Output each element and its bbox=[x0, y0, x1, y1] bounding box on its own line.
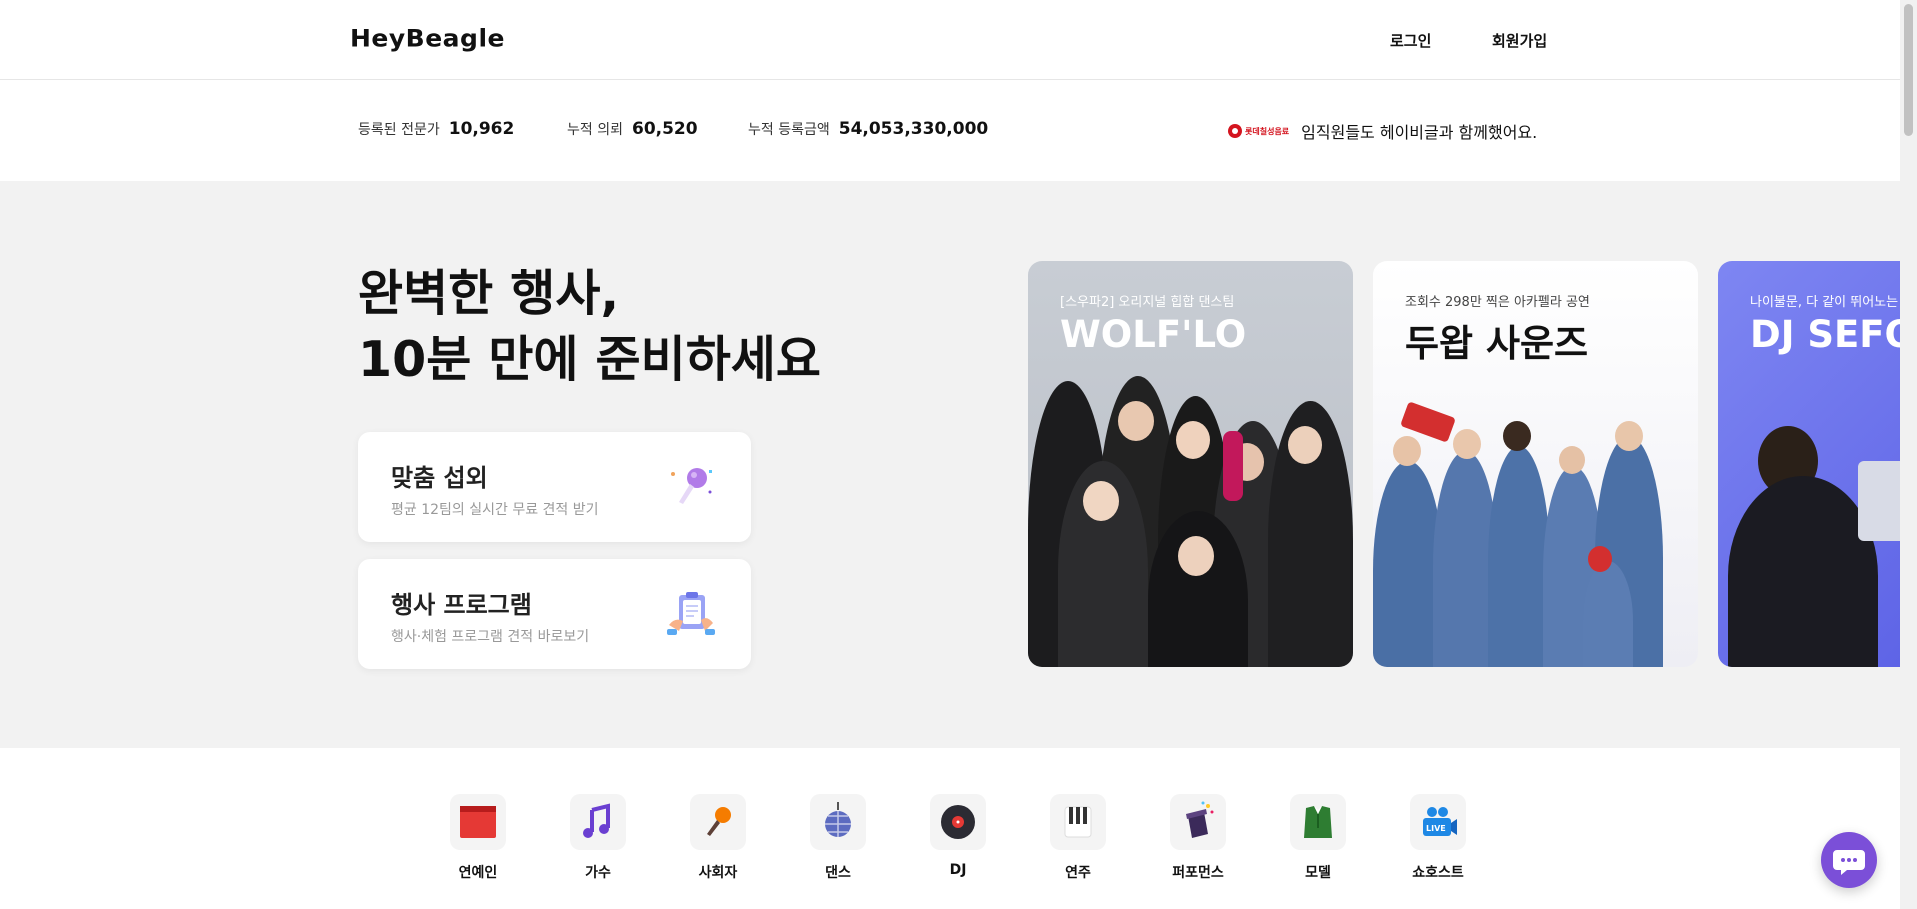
chat-button[interactable] bbox=[1821, 832, 1877, 888]
curtain-icon bbox=[450, 794, 506, 850]
hero-title-line1: 완벽한 행사, bbox=[358, 265, 620, 322]
piano-keys-icon bbox=[1050, 794, 1106, 850]
showcase-subtitle: 나이불문, 다 같이 뛰어노는 bbox=[1750, 295, 1899, 310]
clipboard-icon bbox=[667, 592, 715, 635]
showcase-card-doowap[interactable]: 조회수 298만 찍은 아카펠라 공연 두왑 사운즈 bbox=[1373, 261, 1698, 667]
category-label: 퍼포먼스 bbox=[1172, 865, 1224, 881]
category-performance-music[interactable]: 연주 bbox=[1038, 794, 1118, 882]
signup-link[interactable]: 회원가입 bbox=[1492, 30, 1547, 51]
stats-bar: 등록된 전문가 10,962 누적 의뢰 60,520 누적 등록금액 54,0… bbox=[0, 81, 1900, 181]
scrollbar-thumb[interactable] bbox=[1904, 4, 1913, 136]
event-program-card[interactable]: 행사 프로그램 행사·체험 프로그램 견적 바로보기 bbox=[358, 559, 751, 669]
category-dj[interactable]: DJ bbox=[918, 794, 998, 878]
category-showhost[interactable]: LIVE 쇼호스트 bbox=[1398, 794, 1478, 882]
hero-title-line2: 10분 만에 준비하세요 bbox=[358, 331, 821, 388]
suit-icon bbox=[1290, 794, 1346, 850]
category-label: DJ bbox=[949, 862, 967, 878]
category-singer[interactable]: 가수 bbox=[558, 794, 638, 882]
stat-value: 60,520 bbox=[631, 119, 698, 139]
category-label: 모델 bbox=[1305, 865, 1331, 881]
microphone-icon bbox=[671, 468, 712, 504]
partner-logo: 롯데칠성음료 bbox=[1228, 124, 1289, 138]
page-scrollbar[interactable] bbox=[1900, 0, 1917, 909]
live-camera-icon: LIVE bbox=[1410, 794, 1466, 850]
category-label: 가수 bbox=[585, 865, 611, 881]
stat-experts: 등록된 전문가 10,962 bbox=[358, 119, 514, 139]
card-title: 행사 프로그램 bbox=[391, 591, 532, 619]
category-entertainer[interactable]: 연예인 bbox=[438, 794, 518, 882]
stat-label: 등록된 전문가 bbox=[358, 122, 440, 138]
stat-label: 누적 의뢰 bbox=[567, 122, 623, 138]
card-subtitle: 평균 12팀의 실시간 무료 견적 받기 bbox=[391, 502, 599, 518]
category-nav: 연예인 가수 사회자 댄스 DJ 연주 퍼포먼스 모델 LIVE 쇼호스트 bbox=[0, 748, 1900, 909]
showcase-title: 두왑 사운즈 bbox=[1405, 322, 1589, 365]
category-model[interactable]: 모델 bbox=[1278, 794, 1358, 882]
microphone-icon bbox=[690, 794, 746, 850]
stat-value: 54,053,330,000 bbox=[838, 119, 989, 139]
stat-label: 누적 등록금액 bbox=[748, 122, 830, 138]
category-mc[interactable]: 사회자 bbox=[678, 794, 758, 882]
partner-banner: 롯데칠성음료 임직원들도 헤이비글과 함께했어요. bbox=[1228, 119, 1537, 143]
heybeagle-logo[interactable]: HeyBeagle bbox=[350, 25, 505, 53]
category-label: 댄스 bbox=[825, 865, 851, 881]
category-label: 사회자 bbox=[698, 865, 738, 881]
chat-bubble-icon bbox=[1833, 850, 1865, 875]
stat-requests: 누적 의뢰 60,520 bbox=[567, 119, 698, 139]
hero-section: 완벽한 행사, 10분 만에 준비하세요 맞춤 섭외 평균 12팀의 실시간 무… bbox=[0, 181, 1900, 748]
category-label: 연주 bbox=[1065, 865, 1091, 881]
hero-title: 완벽한 행사, 10분 만에 준비하세요 bbox=[358, 261, 821, 393]
card-title: 맞춤 섭외 bbox=[391, 464, 488, 492]
partner-logo-text: 롯데칠성음료 bbox=[1245, 126, 1290, 136]
login-link[interactable]: 로그인 bbox=[1390, 30, 1431, 51]
custom-booking-card[interactable]: 맞춤 섭외 평균 12팀의 실시간 무료 견적 받기 bbox=[358, 432, 751, 542]
category-label: 연예인 bbox=[458, 865, 498, 881]
magic-hat-icon bbox=[1170, 794, 1226, 850]
category-performance[interactable]: 퍼포먼스 bbox=[1158, 794, 1238, 882]
category-label: 쇼호스트 bbox=[1412, 865, 1464, 881]
stat-amount: 누적 등록금액 54,053,330,000 bbox=[748, 119, 988, 139]
disco-ball-icon bbox=[810, 794, 866, 850]
partner-logo-icon bbox=[1228, 124, 1242, 138]
showcase-card-wolflo[interactable]: [스우파2] 오리지널 힙합 댄스팀 WOLF'LO bbox=[1028, 261, 1353, 667]
svg-text:LIVE: LIVE bbox=[1426, 824, 1446, 833]
showcase-card-djsefo[interactable]: 나이불문, 다 같이 뛰어노는 DJ SEFO bbox=[1718, 261, 1900, 667]
showcase-subtitle: 조회수 298만 찍은 아카펠라 공연 bbox=[1405, 295, 1590, 310]
showcase-title: DJ SEFO bbox=[1750, 313, 1900, 356]
partner-text: 임직원들도 헤이비글과 함께했어요. bbox=[1301, 123, 1538, 142]
showcase-title: WOLF'LO bbox=[1060, 313, 1247, 356]
card-subtitle: 행사·체험 프로그램 견적 바로보기 bbox=[391, 629, 590, 645]
music-note-icon bbox=[570, 794, 626, 850]
showcase-subtitle: [스우파2] 오리지널 힙합 댄스팀 bbox=[1060, 295, 1235, 310]
vinyl-record-icon bbox=[930, 794, 986, 850]
category-dance[interactable]: 댄스 bbox=[798, 794, 878, 882]
top-header: HeyBeagle 로그인 회원가입 bbox=[0, 0, 1900, 80]
stat-value: 10,962 bbox=[448, 119, 515, 139]
